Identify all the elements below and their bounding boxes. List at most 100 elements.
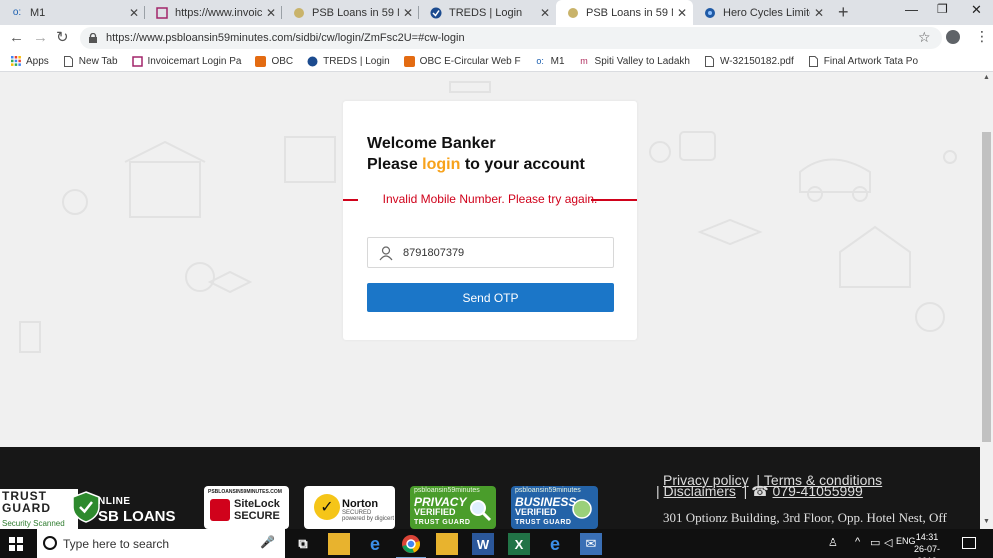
- url-field[interactable]: https://www.psbloansin59minutes.com/sidb…: [80, 27, 942, 49]
- back-arrow-icon[interactable]: ←: [9, 29, 24, 47]
- tab-psb-loans-1[interactable]: PSB Loans in 59 Minute ✕: [282, 0, 419, 25]
- brand-line1: NLINE: [98, 496, 131, 507]
- heading-rest: to your account: [460, 156, 585, 173]
- folder-icon[interactable]: [436, 533, 458, 555]
- excel-icon[interactable]: X: [508, 533, 530, 555]
- treds-favicon-icon: [429, 6, 443, 20]
- bookmark-spiti[interactable]: m Spiti Valley to Ladakh: [579, 56, 690, 67]
- spiti-icon: m: [580, 56, 588, 66]
- bookmark-new-tab[interactable]: New Tab: [63, 55, 118, 67]
- login-heading: Welcome Banker Please login to your acco…: [367, 133, 585, 175]
- task-view-icon[interactable]: ⧉: [292, 533, 314, 555]
- trustguard-text: TRUST GUARD: [2, 490, 51, 514]
- file-explorer-icon[interactable]: [328, 533, 350, 555]
- clock-date: 26-07-2019: [913, 544, 940, 558]
- ie-browser-icon[interactable]: e: [544, 533, 566, 555]
- windows-start-icon[interactable]: [9, 537, 23, 551]
- business-verified-badge[interactable]: psbloansin59minutes BUSINESS VERIFIED TR…: [511, 486, 598, 529]
- bookmark-label: Spiti Valley to Ladakh: [594, 55, 690, 67]
- cortana-search-icon: [43, 536, 57, 550]
- new-tab-button[interactable]: +: [838, 3, 849, 21]
- bookmark-label: Final Artwork Tata Po: [823, 55, 919, 67]
- sitelock-secure: SECURE: [234, 510, 280, 522]
- apps-grid-icon: [10, 56, 21, 67]
- bookmark-final-artwork[interactable]: Final Artwork Tata Po: [808, 55, 919, 67]
- tray-chevron-icon[interactable]: ^: [855, 536, 860, 548]
- tab-title: https://www.invoicemar: [175, 6, 262, 19]
- send-otp-button[interactable]: Send OTP: [367, 283, 614, 312]
- chrome-icon[interactable]: [396, 533, 426, 558]
- close-icon[interactable]: ✕: [129, 6, 139, 20]
- mobile-number-value: 8791807379: [403, 246, 465, 259]
- footer-address: 301 Optionz Building, 3rd Floor, Opp. Ho…: [663, 510, 947, 525]
- restore-icon[interactable]: ❐: [937, 2, 948, 16]
- microphone-icon[interactable]: 🎤: [260, 535, 275, 549]
- page-icon: [704, 55, 715, 67]
- error-divider-right: [591, 199, 637, 201]
- action-center-icon[interactable]: [962, 537, 976, 549]
- norton-badge[interactable]: ✓ Norton SECURED powered by digicert: [304, 486, 395, 529]
- volume-icon[interactable]: ◁: [884, 536, 892, 549]
- close-icon[interactable]: ✕: [814, 6, 824, 20]
- phone-icon: ☎: [751, 483, 769, 499]
- mobile-number-field[interactable]: 8791807379: [367, 237, 614, 268]
- invoicemart-favicon-icon: [155, 6, 169, 20]
- close-icon[interactable]: ✕: [266, 6, 276, 20]
- search-placeholder: Type here to search: [63, 536, 170, 551]
- user-icon: [379, 245, 393, 260]
- hero-favicon-icon: [703, 6, 717, 20]
- scroll-down-icon[interactable]: ▼: [983, 518, 990, 525]
- trustguard-line2: GUARD: [2, 501, 51, 515]
- scroll-up-icon[interactable]: ▲: [983, 74, 990, 81]
- sitelock-domain: PSBLOANSIN59MINUTES.COM: [208, 489, 282, 495]
- edge-browser-icon[interactable]: e: [364, 533, 386, 555]
- minimize-icon[interactable]: —: [905, 2, 918, 17]
- psb-favicon-icon: [566, 6, 580, 20]
- bookmark-label: OBC: [271, 55, 294, 67]
- sitelock-badge[interactable]: PSBLOANSIN59MINUTES.COM SiteLock SECURE: [204, 486, 289, 529]
- site-footer: TRUST GUARD Security Scanned NLINE SB LOA…: [0, 447, 980, 529]
- bookmark-m1[interactable]: o: M1: [535, 56, 564, 67]
- forward-arrow-icon[interactable]: →: [33, 29, 48, 47]
- network-icon[interactable]: ▭: [870, 536, 880, 549]
- tab-invoicemart[interactable]: https://www.invoicemar ✕: [145, 0, 282, 25]
- tab-title: PSB Loans in 59 Minute: [586, 6, 673, 19]
- norton-powered: powered by digicert: [342, 516, 395, 522]
- bookmarks-bar: Apps New Tab Invoicemart Login Pa OBC TR…: [0, 51, 993, 72]
- bookmark-apps[interactable]: Apps: [10, 56, 49, 67]
- word-icon[interactable]: W: [472, 533, 494, 555]
- outlook-icon[interactable]: ✉: [580, 533, 602, 555]
- obc-icon: [255, 55, 267, 67]
- bookmark-star-icon[interactable]: ☆: [918, 29, 931, 46]
- bookmark-treds[interactable]: TREDS | Login: [307, 56, 390, 67]
- page-scrollbar[interactable]: ▲ ▼: [980, 72, 993, 529]
- footer-links: Privacy policy | Terms & conditions | Di…: [656, 472, 883, 499]
- tab-hero-cycles[interactable]: Hero Cycles Limited - C ✕: [693, 0, 830, 25]
- system-clock[interactable]: 14:31 26-07-2019: [905, 531, 949, 558]
- tab-m1[interactable]: o: M1 ✕: [0, 0, 145, 25]
- close-icon[interactable]: ✕: [540, 6, 550, 20]
- account-icon[interactable]: [946, 30, 960, 44]
- privacy-verified: VERIFIED: [414, 507, 456, 517]
- padlock-icon: [210, 499, 230, 521]
- privacy-guard: TRUST GUARD: [414, 519, 471, 526]
- tab-treds[interactable]: TREDS | Login ✕: [419, 0, 556, 25]
- close-icon[interactable]: ✕: [677, 6, 687, 20]
- privacy-verified-badge[interactable]: psbloansin59minutes PRIVACY VERIFIED TRU…: [410, 486, 496, 529]
- bookmark-pdf[interactable]: W-32150182.pdf: [704, 55, 794, 67]
- bookmark-obc-ecircular[interactable]: OBC E-Circular Web F: [403, 55, 521, 67]
- phone-number[interactable]: 079-41055999: [773, 483, 863, 499]
- scrollbar-thumb[interactable]: [982, 132, 991, 442]
- privacy-site: psbloansin59minutes: [414, 487, 480, 494]
- tab-psb-loans-active[interactable]: PSB Loans in 59 Minute ✕: [556, 0, 693, 25]
- taskbar-search-box[interactable]: Type here to search 🎤: [37, 529, 285, 558]
- people-icon[interactable]: ♙: [828, 536, 838, 549]
- bookmark-obc[interactable]: OBC: [255, 55, 294, 67]
- trustguard-seal[interactable]: TRUST GUARD Security Scanned: [0, 489, 100, 529]
- reload-icon[interactable]: ↻: [56, 29, 69, 47]
- window-close-icon[interactable]: ✕: [971, 2, 982, 18]
- close-icon[interactable]: ✕: [403, 6, 413, 20]
- menu-kebab-icon[interactable]: ⋮: [975, 28, 989, 45]
- bookmark-invoicemart[interactable]: Invoicemart Login Pa: [131, 56, 241, 67]
- disclaimers-link[interactable]: Disclaimers: [664, 483, 736, 499]
